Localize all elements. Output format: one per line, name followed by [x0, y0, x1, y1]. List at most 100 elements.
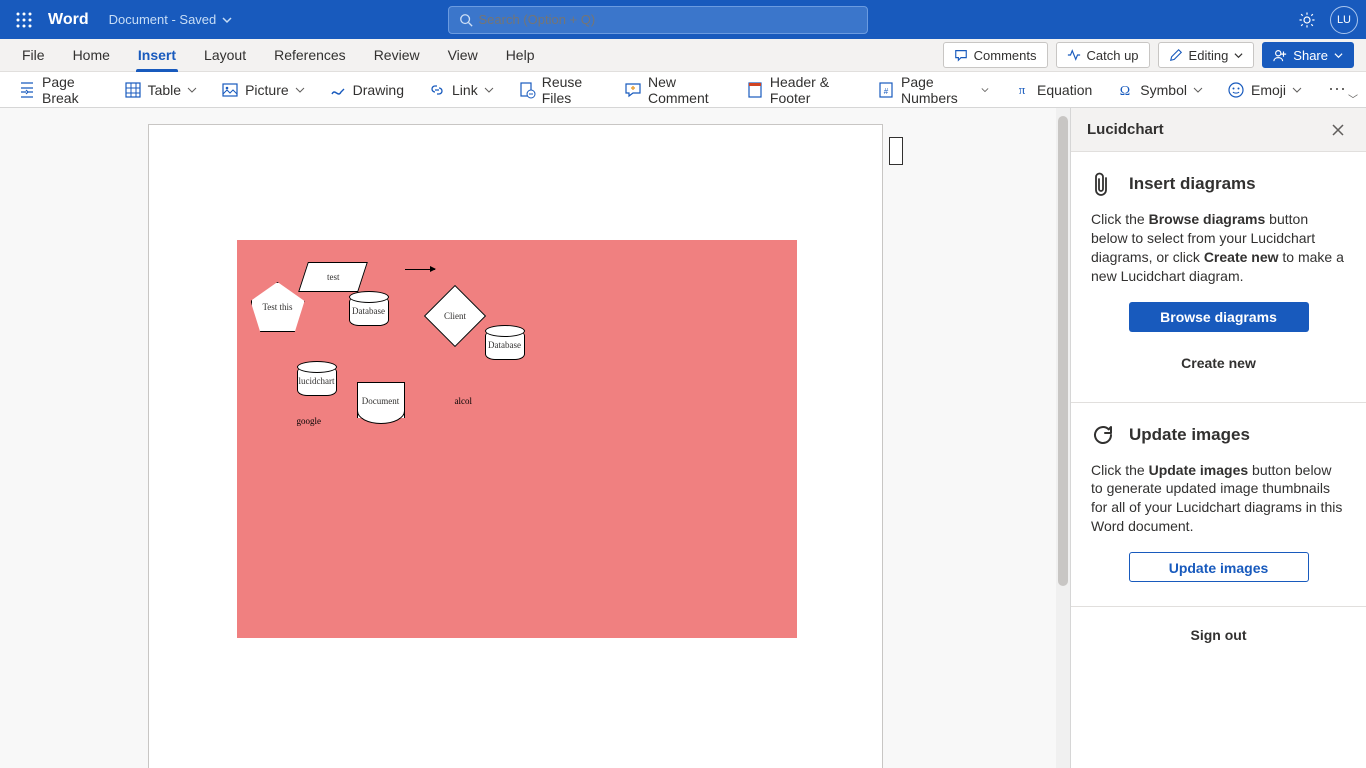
new-comment-button[interactable]: New Comment — [614, 75, 732, 105]
ribbon-tabs-row: File Home Insert Layout References Revie… — [0, 39, 1366, 72]
page-numbers-label: Page Numbers — [901, 74, 975, 106]
link-label: Link — [452, 82, 478, 98]
cylinder3-label: Database — [488, 340, 521, 350]
emoji-button[interactable]: Emoji — [1217, 75, 1312, 105]
emoji-label: Emoji — [1251, 82, 1286, 98]
comments-label: Comments — [974, 48, 1037, 63]
page-break-label: Page Break — [42, 74, 100, 106]
pentagon-label: Test this — [262, 302, 292, 312]
svg-text:Ω: Ω — [1120, 84, 1130, 99]
text-label-alcol: alcol — [455, 396, 473, 406]
panel-title: Lucidchart — [1087, 121, 1326, 138]
scrollbar-thumb[interactable] — [1058, 116, 1068, 586]
picture-label: Picture — [245, 82, 289, 98]
collapse-ribbon-button[interactable]: ﹀ — [1346, 94, 1360, 108]
document-canvas[interactable]: Test this test Database lucidchart Datab… — [0, 108, 1070, 768]
symbol-button[interactable]: Ω Symbol — [1106, 75, 1213, 105]
document-shape: Document — [357, 382, 405, 418]
equation-button[interactable]: π Equation — [1003, 75, 1102, 105]
lucidchart-panel: Lucidchart Insert diagrams Click the Bro… — [1070, 108, 1366, 768]
ribbon-insert: Page Break Table Picture Drawing Link Re… — [0, 72, 1366, 108]
page-numbers-icon: # — [877, 81, 895, 99]
main-area: Test this test Database lucidchart Datab… — [0, 108, 1366, 768]
page-break-icon — [18, 81, 36, 99]
tab-insert[interactable]: Insert — [124, 39, 190, 72]
svg-text:#: # — [884, 87, 889, 96]
picture-button[interactable]: Picture — [211, 75, 315, 105]
cylinder-shape-2: lucidchart — [297, 366, 337, 396]
waffle-icon — [16, 12, 32, 28]
diamond-shape: Client — [423, 285, 485, 347]
search-icon — [459, 13, 473, 27]
cylinder2-label: lucidchart — [299, 376, 335, 386]
catchup-label: Catch up — [1087, 48, 1139, 63]
equation-label: Equation — [1037, 82, 1092, 98]
app-name: Word — [48, 11, 89, 29]
comments-button[interactable]: Comments — [943, 42, 1048, 68]
parallelogram-label: test — [326, 272, 339, 282]
title-bar: Word Document - Saved LU — [0, 0, 1366, 39]
tab-help[interactable]: Help — [492, 39, 549, 72]
arrow-shape — [405, 269, 435, 270]
text-label-google: google — [297, 416, 322, 426]
page-numbers-button[interactable]: # Page Numbers — [867, 75, 999, 105]
gear-icon — [1298, 11, 1316, 29]
settings-button[interactable] — [1298, 11, 1316, 29]
search-input[interactable] — [479, 12, 857, 27]
app-launcher-button[interactable] — [8, 4, 40, 36]
cylinder1-label: Database — [352, 306, 385, 316]
link-button[interactable]: Link — [418, 75, 504, 105]
cylinder-shape-3: Database — [485, 330, 525, 360]
symbol-label: Symbol — [1140, 82, 1187, 98]
search-box[interactable] — [448, 6, 868, 34]
tab-review[interactable]: Review — [360, 39, 434, 72]
parallelogram-shape: test — [298, 262, 368, 292]
tab-references[interactable]: References — [260, 39, 360, 72]
pentagon-shape: Test this — [251, 282, 305, 332]
user-avatar[interactable]: LU — [1330, 6, 1358, 34]
chevron-down-icon — [981, 85, 989, 95]
reuse-files-button[interactable]: Reuse Files — [508, 75, 610, 105]
tab-view[interactable]: View — [434, 39, 492, 72]
update-images-section: Update images Click the Update images bu… — [1071, 403, 1366, 608]
document-shape-label: Document — [362, 396, 400, 406]
editing-mode-button[interactable]: Editing — [1158, 42, 1255, 68]
equation-icon: π — [1013, 81, 1031, 99]
diamond-label: Client — [444, 311, 466, 321]
lucidchart-diagram-image[interactable]: Test this test Database lucidchart Datab… — [237, 240, 797, 638]
table-button[interactable]: Table — [114, 75, 207, 105]
tab-layout[interactable]: Layout — [190, 39, 260, 72]
chevron-down-icon — [484, 85, 494, 95]
chevron-down-icon — [187, 85, 197, 95]
drawing-button[interactable]: Drawing — [319, 75, 414, 105]
reuse-files-icon — [518, 81, 536, 99]
update-images-button[interactable]: Update images — [1129, 552, 1309, 582]
browse-diagrams-button[interactable]: Browse diagrams — [1129, 302, 1309, 332]
link-icon — [428, 81, 446, 99]
document-page[interactable]: Test this test Database lucidchart Datab… — [148, 124, 883, 768]
tab-home[interactable]: Home — [59, 39, 124, 72]
catchup-button[interactable]: Catch up — [1056, 42, 1150, 68]
cylinder-shape-1: Database — [349, 296, 389, 326]
refresh-icon — [1091, 423, 1115, 447]
activity-icon — [1067, 48, 1081, 62]
table-label: Table — [148, 82, 181, 98]
insert-heading: Insert diagrams — [1129, 174, 1256, 194]
tab-file[interactable]: File — [8, 39, 59, 72]
share-label: Share — [1293, 48, 1328, 63]
panel-close-button[interactable] — [1326, 118, 1350, 142]
picture-icon — [221, 81, 239, 99]
share-button[interactable]: Share — [1262, 42, 1354, 68]
comment-icon — [954, 48, 968, 62]
header-footer-button[interactable]: Header & Footer — [736, 75, 863, 105]
sign-out-button[interactable]: Sign out — [1071, 607, 1366, 663]
symbol-icon: Ω — [1116, 81, 1134, 99]
header-footer-icon — [746, 81, 764, 99]
chevron-down-icon — [1193, 85, 1203, 95]
page-break-button[interactable]: Page Break — [8, 75, 110, 105]
create-new-button[interactable]: Create new — [1129, 348, 1309, 378]
vertical-scrollbar[interactable] — [1056, 108, 1070, 768]
drawing-icon — [329, 81, 347, 99]
document-status[interactable]: Document - Saved — [109, 12, 233, 27]
document-status-text: Document - Saved — [109, 12, 217, 27]
